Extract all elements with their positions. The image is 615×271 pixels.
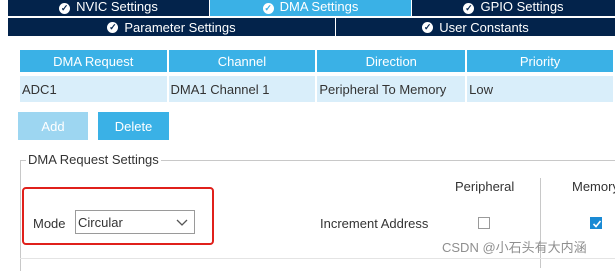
tab-row-2: ✓ Parameter Settings ✓ User Constants (8, 18, 615, 36)
increment-address-label: Increment Address (320, 216, 429, 231)
tab-user-constants[interactable]: ✓ User Constants (336, 18, 615, 36)
delete-button[interactable]: Delete (98, 112, 169, 140)
memory-column-header: Memory (572, 179, 615, 194)
check-circle-icon: ✓ (262, 3, 274, 14)
tab-label: DMA Settings (279, 0, 359, 14)
column-header-dma-request[interactable]: DMA Request (20, 50, 167, 72)
cell-direction: Peripheral To Memory (317, 72, 466, 102)
tab-gpio-settings[interactable]: ✓ GPIO Settings (412, 0, 615, 16)
mode-select-value: Circular (78, 214, 123, 230)
tab-nvic-settings[interactable]: ✓ NVIC Settings (8, 0, 210, 16)
add-button[interactable]: Add (18, 112, 88, 140)
column-header-direction[interactable]: Direction (317, 50, 466, 72)
tab-label: Parameter Settings (124, 19, 236, 35)
tab-bar: ✓ NVIC Settings ✓ DMA Settings ✓ GPIO Se… (8, 0, 615, 36)
peripheral-increment-checkbox[interactable] (478, 217, 490, 229)
mode-select[interactable]: Circular (75, 210, 195, 234)
check-circle-icon: ✓ (59, 3, 71, 14)
table-row[interactable]: ADC1 DMA1 Channel 1 Peripheral To Memory… (20, 72, 613, 102)
watermark-text: CSDN @小石头有大内涵 (442, 240, 587, 255)
cell-channel: DMA1 Channel 1 (168, 72, 316, 102)
tab-label: User Constants (439, 19, 529, 35)
table-header-row: DMA Request Channel Direction Priority (20, 50, 613, 72)
cell-dma-request: ADC1 (20, 72, 167, 102)
tab-label: GPIO Settings (480, 0, 564, 14)
tab-dma-settings[interactable]: ✓ DMA Settings (210, 0, 412, 16)
tab-parameter-settings[interactable]: ✓ Parameter Settings (8, 18, 336, 36)
cell-priority: Low (467, 72, 613, 102)
dma-settings-panel: DMA Request Channel Direction Priority A… (8, 36, 615, 271)
tab-label: NVIC Settings (76, 0, 158, 14)
column-header-priority[interactable]: Priority (467, 50, 613, 72)
dma-request-table: DMA Request Channel Direction Priority A… (18, 50, 615, 102)
divider (20, 258, 615, 259)
chevron-down-icon (176, 219, 188, 226)
column-header-channel[interactable]: Channel (168, 50, 316, 72)
check-circle-icon: ✓ (422, 21, 434, 33)
checkmark-icon (592, 220, 602, 228)
mode-label: Mode (33, 216, 66, 231)
check-circle-icon: ✓ (107, 21, 119, 33)
check-circle-icon: ✓ (463, 3, 475, 14)
memory-increment-checkbox[interactable] (590, 217, 602, 229)
tab-row-1: ✓ NVIC Settings ✓ DMA Settings ✓ GPIO Se… (8, 0, 615, 18)
group-legend: DMA Request Settings (26, 152, 161, 167)
peripheral-column-header: Peripheral (455, 179, 515, 194)
